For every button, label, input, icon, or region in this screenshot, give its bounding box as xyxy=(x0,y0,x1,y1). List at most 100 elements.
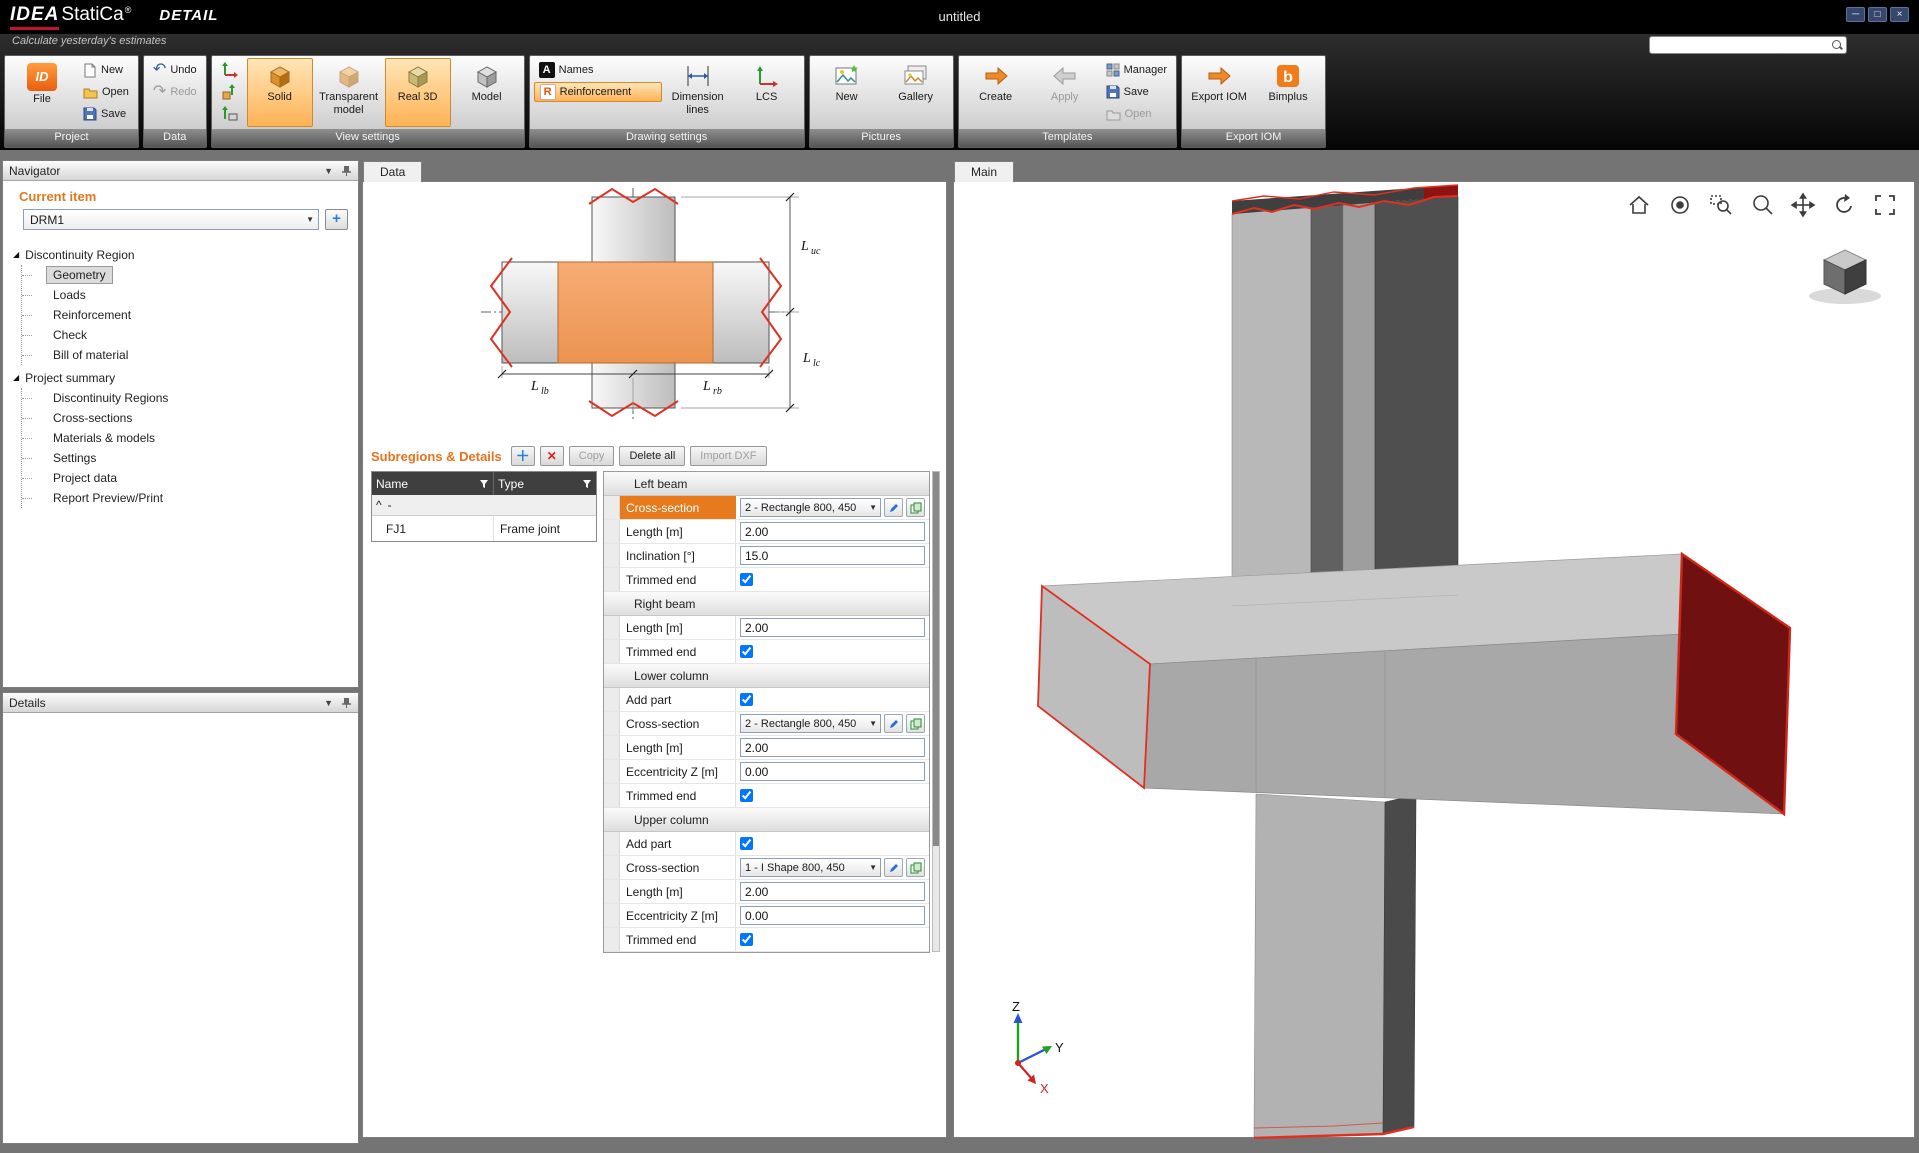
transparent-model-button[interactable]: Transparent model xyxy=(316,58,382,127)
scrollbar-thumb[interactable] xyxy=(933,472,939,846)
tree-item-geometry[interactable]: Geometry xyxy=(34,265,358,285)
template-create-button[interactable]: Create xyxy=(963,58,1029,127)
tree-item-check[interactable]: Check xyxy=(34,325,358,345)
picture-new-button[interactable]: New xyxy=(814,58,880,127)
expand-icon[interactable]: ◢ xyxy=(13,250,19,259)
solid-button[interactable]: Solid xyxy=(247,58,313,127)
tree-item-loads[interactable]: Loads xyxy=(34,285,358,305)
filter-icon[interactable] xyxy=(479,479,489,489)
upper-column-eccentricity-input[interactable] xyxy=(740,906,925,925)
delete-all-button[interactable]: Delete all xyxy=(619,446,685,466)
edit-cross-section-button[interactable] xyxy=(884,714,903,733)
lower-column-add-part-checkbox[interactable] xyxy=(740,693,753,706)
cross-section-select[interactable]: 2 - Rectangle 800, 450 ▼ xyxy=(740,498,881,517)
left-beam-length-input[interactable] xyxy=(740,522,925,541)
tree-item-bill-of-material[interactable]: Bill of material xyxy=(34,345,358,365)
minimize-button[interactable]: ─ xyxy=(1846,7,1865,22)
expand-icon[interactable]: ◢ xyxy=(13,373,19,382)
add-region-button[interactable]: + xyxy=(325,209,348,230)
tree-item-cross-sections[interactable]: Cross-sections xyxy=(34,408,358,428)
template-save-button[interactable]: Save xyxy=(1101,82,1172,102)
import-dxf-button[interactable]: Import DXF xyxy=(690,446,766,466)
bimplus-button[interactable]: b Bimplus xyxy=(1255,58,1321,127)
gallery-button[interactable]: Gallery xyxy=(883,58,949,127)
new-button[interactable]: New xyxy=(78,60,134,80)
copy-cross-section-button[interactable] xyxy=(906,714,925,733)
export-iom-button[interactable]: Export IOM xyxy=(1186,58,1252,127)
upper-column-length-input[interactable] xyxy=(740,882,925,901)
file-button[interactable]: ID File xyxy=(9,58,75,127)
tree-item-settings[interactable]: Settings xyxy=(34,448,358,468)
edit-cross-section-button[interactable] xyxy=(884,858,903,877)
save-button[interactable]: Save xyxy=(78,104,134,124)
add-subregion-button[interactable]: ＋ xyxy=(511,446,535,466)
axes-toggle-2-button[interactable] xyxy=(216,82,244,102)
filter-icon[interactable] xyxy=(582,479,592,489)
tree-item-project-data[interactable]: Project data xyxy=(34,468,358,488)
rotate-icon[interactable] xyxy=(1831,192,1857,218)
pin-icon[interactable] xyxy=(341,697,352,709)
search-icon[interactable] xyxy=(1831,39,1843,51)
home-icon[interactable] xyxy=(1626,192,1652,218)
reinforcement-toggle[interactable]: R Reinforcement xyxy=(534,82,662,102)
current-item-select[interactable]: DRM1 ▼ xyxy=(23,209,319,230)
view-icon[interactable] xyxy=(1667,192,1693,218)
chevron-down-icon[interactable]: ▼ xyxy=(324,166,333,176)
tree-item-discontinuity-region[interactable]: ◢ Discontinuity Region xyxy=(13,244,358,265)
search-box[interactable] xyxy=(1649,36,1847,54)
table-row[interactable]: FJ1 Frame joint xyxy=(372,516,596,541)
left-beam-trimmed-checkbox[interactable] xyxy=(740,573,753,586)
tree-item-report-preview-print[interactable]: Report Preview/Print xyxy=(34,488,358,508)
cross-section-select[interactable]: 1 - I Shape 800, 450 ▼ xyxy=(740,858,881,877)
names-toggle[interactable]: A Names xyxy=(534,60,662,80)
maximize-button[interactable]: □ xyxy=(1868,7,1887,22)
tab-main[interactable]: Main xyxy=(954,161,1014,182)
pin-icon[interactable] xyxy=(341,165,352,177)
redo-button[interactable]: ↷ Redo xyxy=(148,82,202,102)
tree-item-reinforcement[interactable]: Reinforcement xyxy=(34,305,358,325)
lower-column-length-input[interactable] xyxy=(740,738,925,757)
right-beam-trimmed-checkbox[interactable] xyxy=(740,645,753,658)
properties-scrollbar[interactable] xyxy=(932,471,940,952)
close-button[interactable]: × xyxy=(1890,7,1909,22)
table-group-row[interactable]: ^ - xyxy=(372,495,596,516)
collapse-icon[interactable]: ^ xyxy=(376,498,382,512)
undo-button[interactable]: ↶ Undo xyxy=(148,60,202,80)
pan-icon[interactable] xyxy=(1790,192,1816,218)
template-manager-button[interactable]: Manager xyxy=(1101,60,1172,80)
lower-column-eccentricity-input[interactable] xyxy=(740,762,925,781)
left-beam-inclination-input[interactable] xyxy=(740,546,925,565)
real-3d-button[interactable]: Real 3D xyxy=(385,58,451,127)
upper-column-trimmed-checkbox[interactable] xyxy=(740,933,753,946)
tab-data[interactable]: Data xyxy=(363,161,422,182)
chevron-down-icon[interactable]: ▼ xyxy=(324,698,333,708)
copy-cross-section-button[interactable] xyxy=(906,498,925,517)
viewport-toolbar xyxy=(1626,192,1898,218)
cross-section-select[interactable]: 2 - Rectangle 800, 450 ▼ xyxy=(740,714,881,733)
zoom-icon[interactable] xyxy=(1749,192,1775,218)
axes-toggle-3-button[interactable] xyxy=(216,104,244,124)
tree-item-discontinuity-regions[interactable]: Discontinuity Regions xyxy=(34,388,358,408)
model-3d-viewport[interactable] xyxy=(954,182,1914,1139)
copy-cross-section-button[interactable] xyxy=(906,858,925,877)
tree-item-project-summary[interactable]: ◢ Project summary xyxy=(13,367,358,388)
view-cube[interactable] xyxy=(1802,240,1888,306)
tree-item-materials-models[interactable]: Materials & models xyxy=(34,428,358,448)
axes-toggle-1-button[interactable] xyxy=(216,60,244,80)
model-button[interactable]: Model xyxy=(454,58,520,127)
upper-column-add-part-checkbox[interactable] xyxy=(740,837,753,850)
lower-column-trimmed-checkbox[interactable] xyxy=(740,789,753,802)
copy-button[interactable]: Copy xyxy=(569,446,615,466)
edit-cross-section-button[interactable] xyxy=(884,498,903,517)
template-open-button[interactable]: Open xyxy=(1101,104,1172,124)
zoom-window-icon[interactable] xyxy=(1708,192,1734,218)
template-apply-button[interactable]: Apply xyxy=(1032,58,1098,127)
dimension-lines-button[interactable]: Dimension lines xyxy=(665,58,731,127)
open-button[interactable]: Open xyxy=(78,82,134,102)
search-input[interactable] xyxy=(1650,39,1831,51)
ribbon-group-export-iom: Export IOM b Bimplus Export IOM xyxy=(1181,55,1326,148)
delete-subregion-button[interactable]: ✕ xyxy=(540,446,564,466)
lcs-button[interactable]: LCS xyxy=(734,58,800,127)
fullscreen-icon[interactable] xyxy=(1872,192,1898,218)
right-beam-length-input[interactable] xyxy=(740,618,925,637)
